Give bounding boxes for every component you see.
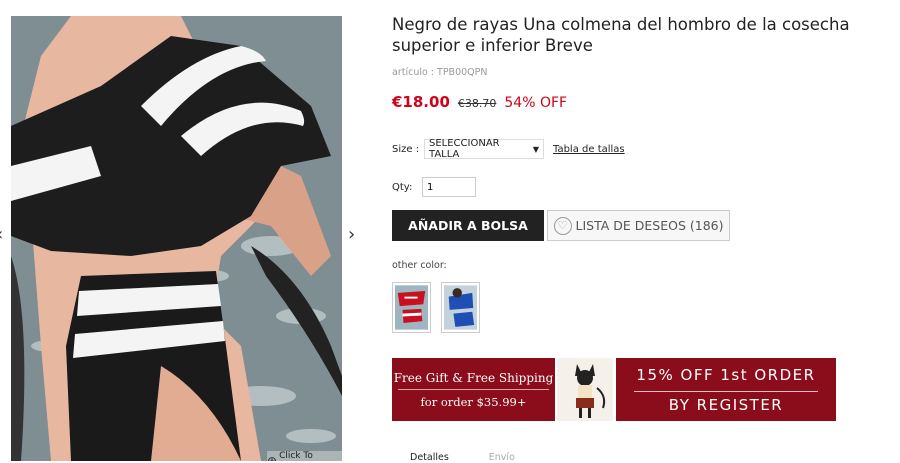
product-gallery: ⊕ Click To Enlarge ‹ › xyxy=(0,0,372,461)
wishlist-button[interactable]: ♡ LISTA DE DESEOS (186) xyxy=(547,210,730,241)
product-sku: artículo : TPB00QPN xyxy=(392,67,488,78)
qty-input[interactable] xyxy=(422,177,476,197)
swatch-red-thumbnail xyxy=(395,285,428,330)
next-image-arrow[interactable]: › xyxy=(348,226,355,244)
product-title: Negro de rayas Una colmena del hombro de… xyxy=(392,15,850,55)
current-price: €18.00 xyxy=(392,93,450,111)
price-row: €18.00 €38.70 54% OFF xyxy=(392,93,567,111)
banner-divider xyxy=(634,391,818,392)
zoom-icon: ⊕ xyxy=(267,454,278,461)
prev-image-arrow[interactable]: ‹ xyxy=(0,226,3,244)
swimsuit-photo xyxy=(11,16,342,461)
discount-badge: 54% OFF xyxy=(504,95,568,111)
register-line2: BY REGISTER xyxy=(668,396,784,414)
size-select[interactable]: SELECCIONAR TALLA ▼ xyxy=(424,138,544,160)
other-color-label: other color: xyxy=(392,260,447,271)
product-main-image[interactable]: ⊕ Click To Enlarge xyxy=(11,16,342,461)
banner-divider xyxy=(398,389,549,390)
qty-label: Qty: xyxy=(392,181,413,193)
free-gift-line2: for order $35.99+ xyxy=(420,395,527,409)
tab-shipping[interactable]: Envío xyxy=(489,452,515,463)
qty-row: Qty: xyxy=(392,177,476,197)
color-swatch-blue[interactable] xyxy=(441,282,480,333)
register-line1: 15% OFF 1st ORDER xyxy=(636,366,816,384)
wishlist-label: LISTA DE DESEOS (186) xyxy=(575,218,724,233)
add-to-bag-button[interactable]: AÑADIR A BOLSA xyxy=(392,210,544,241)
click-to-enlarge[interactable]: ⊕ Click To Enlarge xyxy=(267,451,342,461)
caret-down-icon: ▼ xyxy=(532,144,539,154)
product-tabs: Detalles Envío xyxy=(410,452,515,463)
enlarge-label: Click To Enlarge xyxy=(279,451,313,461)
tab-details[interactable]: Detalles xyxy=(410,452,449,463)
cat-figure-illustration xyxy=(557,358,613,421)
register-discount-banner[interactable]: 15% OFF 1st ORDER BY REGISTER xyxy=(616,358,836,421)
size-select-value: SELECCIONAR TALLA xyxy=(429,138,500,160)
original-price: €38.70 xyxy=(457,97,497,110)
free-gift-line1: Free Gift & Free Shipping xyxy=(393,371,554,385)
size-row: Size : SELECCIONAR TALLA ▼ Tabla de tall… xyxy=(392,138,625,160)
size-chart-link[interactable]: Tabla de tallas xyxy=(553,144,625,155)
size-label: Size : xyxy=(392,143,420,155)
color-swatch-red[interactable] xyxy=(392,282,431,333)
free-gift-banner[interactable]: Free Gift & Free Shipping for order $35.… xyxy=(392,358,555,421)
swatch-blue-thumbnail xyxy=(444,285,477,330)
heart-icon: ♡ xyxy=(553,216,572,235)
promo-cat-image xyxy=(557,358,613,421)
